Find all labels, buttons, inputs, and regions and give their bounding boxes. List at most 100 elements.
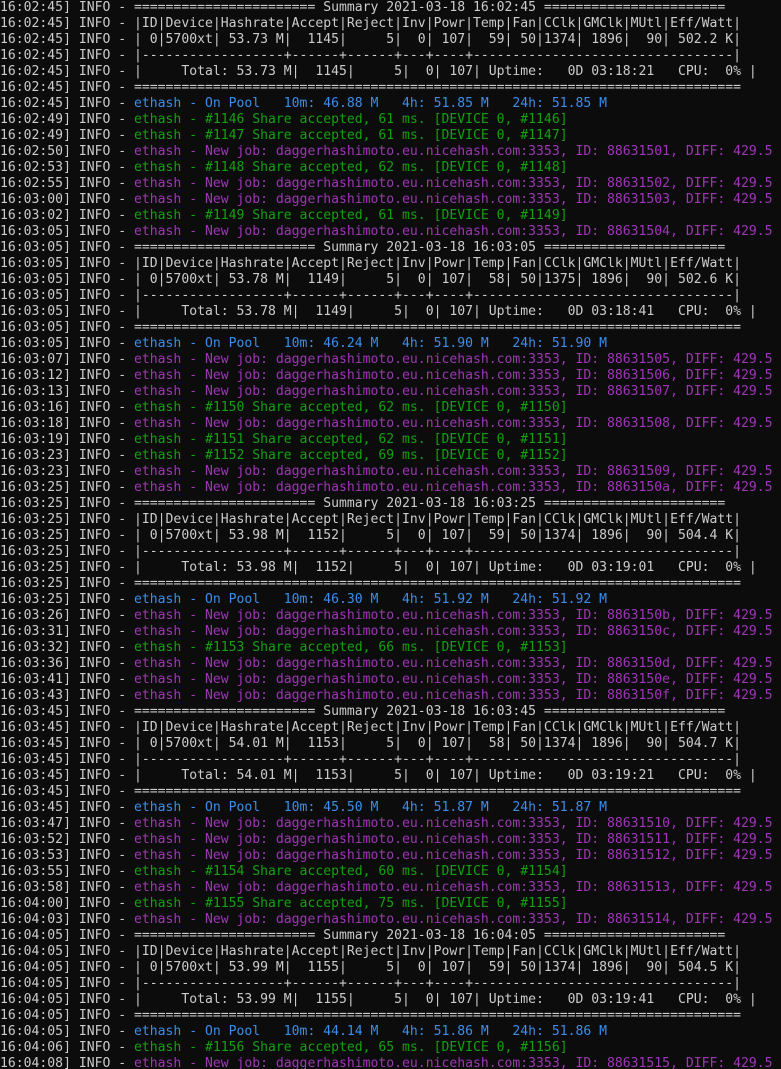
log-prefix: 16:03:25] INFO - — [0, 544, 135, 559]
log-message: ethash - #1147 Share accepted, 61 ms. [D… — [134, 128, 568, 143]
log-prefix: 16:03:05] INFO - — [0, 336, 135, 351]
log-message: ethash - #1153 Share accepted, 66 ms. [D… — [134, 640, 568, 655]
log-message: | 0|5700xt| 53.98 M| 1152| 5| 0| 107| 59… — [134, 528, 742, 543]
log-line: 16:03:02] INFO - ethash - #1149 Share ac… — [0, 208, 781, 224]
log-message: ========================================… — [134, 1008, 742, 1023]
log-prefix: 16:03:53] INFO - — [0, 848, 135, 863]
log-message: | 0|5700xt| 53.78 M| 1149| 5| 0| 107| 58… — [134, 272, 742, 287]
log-line: 16:03:26] INFO - ethash - New job: dagge… — [0, 608, 781, 624]
log-message: ethash - New job: daggerhashimoto.eu.nic… — [134, 384, 773, 399]
log-line: 16:03:45] INFO - | Total: 54.01 M| 1153|… — [0, 768, 781, 784]
log-message: ethash - On Pool 10m: 44.14 M 4h: 51.86 … — [134, 1024, 608, 1039]
log-message: ethash - New job: daggerhashimoto.eu.nic… — [134, 624, 773, 639]
log-message: |ID|Device|Hashrate|Accept|Reject|Inv|Po… — [134, 720, 742, 735]
log-prefix: 16:03:05] INFO - — [0, 288, 135, 303]
log-line: 16:03:05] INFO - | Total: 53.78 M| 1149|… — [0, 304, 781, 320]
log-message: ethash - New job: daggerhashimoto.eu.nic… — [134, 816, 773, 831]
log-line: 16:03:05] INFO - ethash - On Pool 10m: 4… — [0, 336, 781, 352]
terminal-window[interactable]: 16:02:45] INFO - =======================… — [0, 0, 781, 1069]
log-line: 16:03:31] INFO - ethash - New job: dagge… — [0, 624, 781, 640]
log-message: ethash - New job: daggerhashimoto.eu.nic… — [134, 480, 773, 495]
log-prefix: 16:02:45] INFO - — [0, 32, 135, 47]
log-prefix: 16:03:55] INFO - — [0, 864, 135, 879]
log-prefix: 16:03:25] INFO - — [0, 592, 135, 607]
log-message: | Total: 53.98 M| 1152| 5| 0| 107| Uptim… — [134, 560, 757, 575]
log-prefix: 16:02:45] INFO - — [0, 96, 135, 111]
log-message: ethash - New job: daggerhashimoto.eu.nic… — [134, 368, 773, 383]
log-prefix: 16:04:05] INFO - — [0, 976, 135, 991]
log-line: 16:03:05] INFO - |------------------+---… — [0, 288, 781, 304]
log-prefix: 16:03:02] INFO - — [0, 208, 135, 223]
log-line: 16:03:05] INFO - ethash - New job: dagge… — [0, 224, 781, 240]
log-prefix: 16:02:45] INFO - — [0, 48, 135, 63]
log-line: 16:04:05] INFO - | 0|5700xt| 53.99 M| 11… — [0, 960, 781, 976]
log-prefix: 16:03:25] INFO - — [0, 576, 135, 591]
log-message: ethash - New job: daggerhashimoto.eu.nic… — [134, 464, 773, 479]
log-line: 16:02:45] INFO - =======================… — [0, 80, 781, 96]
log-message: ========================================… — [134, 320, 742, 335]
log-prefix: 16:03:45] INFO - — [0, 736, 135, 751]
log-message: ethash - New job: daggerhashimoto.eu.nic… — [134, 912, 773, 927]
log-line: 16:03:23] INFO - ethash - #1152 Share ac… — [0, 448, 781, 464]
log-message: ethash - On Pool 10m: 46.24 M 4h: 51.90 … — [134, 336, 608, 351]
log-prefix: 16:03:19] INFO - — [0, 432, 135, 447]
log-prefix: 16:03:23] INFO - — [0, 464, 135, 479]
log-line: 16:02:45] INFO - | Total: 53.73 M| 1145|… — [0, 64, 781, 80]
log-prefix: 16:03:45] INFO - — [0, 800, 135, 815]
log-line: 16:03:25] INFO - =======================… — [0, 496, 781, 512]
log-prefix: 16:03:45] INFO - — [0, 704, 135, 719]
log-line: 16:04:05] INFO - |ID|Device|Hashrate|Acc… — [0, 944, 781, 960]
log-line: 16:04:00] INFO - ethash - #1155 Share ac… — [0, 896, 781, 912]
log-message: ethash - New job: daggerhashimoto.eu.nic… — [134, 192, 773, 207]
log-prefix: 16:03:47] INFO - — [0, 816, 135, 831]
log-prefix: 16:03:45] INFO - — [0, 768, 135, 783]
log-message: ========================================… — [134, 576, 742, 591]
log-line: 16:04:08] INFO - ethash - New job: dagge… — [0, 1056, 781, 1069]
log-line: 16:03:05] INFO - =======================… — [0, 320, 781, 336]
log-prefix: 16:03:00] INFO - — [0, 192, 135, 207]
log-message: ethash - New job: daggerhashimoto.eu.nic… — [134, 416, 773, 431]
log-message: ethash - #1152 Share accepted, 69 ms. [D… — [134, 448, 568, 463]
log-message: ethash - New job: daggerhashimoto.eu.nic… — [134, 880, 773, 895]
log-line: 16:03:45] INFO - =======================… — [0, 784, 781, 800]
log-line: 16:03:13] INFO - ethash - New job: dagge… — [0, 384, 781, 400]
log-prefix: 16:04:05] INFO - — [0, 1008, 135, 1023]
log-prefix: 16:03:05] INFO - — [0, 256, 135, 271]
log-message: | Total: 53.78 M| 1149| 5| 0| 107| Uptim… — [134, 304, 757, 319]
log-message: | Total: 53.73 M| 1145| 5| 0| 107| Uptim… — [134, 64, 757, 79]
log-prefix: 16:03:12] INFO - — [0, 368, 135, 383]
log-line: 16:03:36] INFO - ethash - New job: dagge… — [0, 656, 781, 672]
log-line: 16:03:12] INFO - ethash - New job: dagge… — [0, 368, 781, 384]
log-line: 16:03:55] INFO - ethash - #1154 Share ac… — [0, 864, 781, 880]
log-line: 16:03:25] INFO - |ID|Device|Hashrate|Acc… — [0, 512, 781, 528]
log-message: |ID|Device|Hashrate|Accept|Reject|Inv|Po… — [134, 16, 742, 31]
log-message: ethash - #1149 Share accepted, 61 ms. [D… — [134, 208, 568, 223]
log-line: 16:03:47] INFO - ethash - New job: dagge… — [0, 816, 781, 832]
log-message: ethash - New job: daggerhashimoto.eu.nic… — [134, 848, 773, 863]
log-prefix: 16:02:45] INFO - — [0, 64, 135, 79]
log-prefix: 16:03:05] INFO - — [0, 272, 135, 287]
log-prefix: 16:02:50] INFO - — [0, 144, 135, 159]
log-message: ======================= Summary 2021-03-… — [134, 240, 726, 255]
log-message: ========================================… — [134, 80, 742, 95]
log-message: | 0|5700xt| 53.73 M| 1145| 5| 0| 107| 59… — [134, 32, 742, 47]
log-line: 16:03:58] INFO - ethash - New job: dagge… — [0, 880, 781, 896]
log-message: ethash - On Pool 10m: 46.30 M 4h: 51.92 … — [134, 592, 608, 607]
log-line: 16:03:07] INFO - ethash - New job: dagge… — [0, 352, 781, 368]
log-line: 16:03:45] INFO - ethash - On Pool 10m: 4… — [0, 800, 781, 816]
log-prefix: 16:03:45] INFO - — [0, 784, 135, 799]
log-line: 16:03:05] INFO - | 0|5700xt| 53.78 M| 11… — [0, 272, 781, 288]
log-line: 16:02:55] INFO - ethash - New job: dagge… — [0, 176, 781, 192]
log-message: ethash - #1151 Share accepted, 62 ms. [D… — [134, 432, 568, 447]
log-prefix: 16:04:06] INFO - — [0, 1040, 135, 1055]
log-message: ethash - New job: daggerhashimoto.eu.nic… — [134, 672, 773, 687]
log-prefix: 16:03:13] INFO - — [0, 384, 135, 399]
log-line: 16:04:05] INFO - =======================… — [0, 1008, 781, 1024]
log-line: 16:02:45] INFO - |ID|Device|Hashrate|Acc… — [0, 16, 781, 32]
log-prefix: 16:03:32] INFO - — [0, 640, 135, 655]
log-prefix: 16:03:41] INFO - — [0, 672, 135, 687]
log-line: 16:03:25] INFO - | 0|5700xt| 53.98 M| 11… — [0, 528, 781, 544]
log-prefix: 16:04:05] INFO - — [0, 1024, 135, 1039]
log-line: 16:03:45] INFO - |------------------+---… — [0, 752, 781, 768]
log-message: |ID|Device|Hashrate|Accept|Reject|Inv|Po… — [134, 256, 742, 271]
